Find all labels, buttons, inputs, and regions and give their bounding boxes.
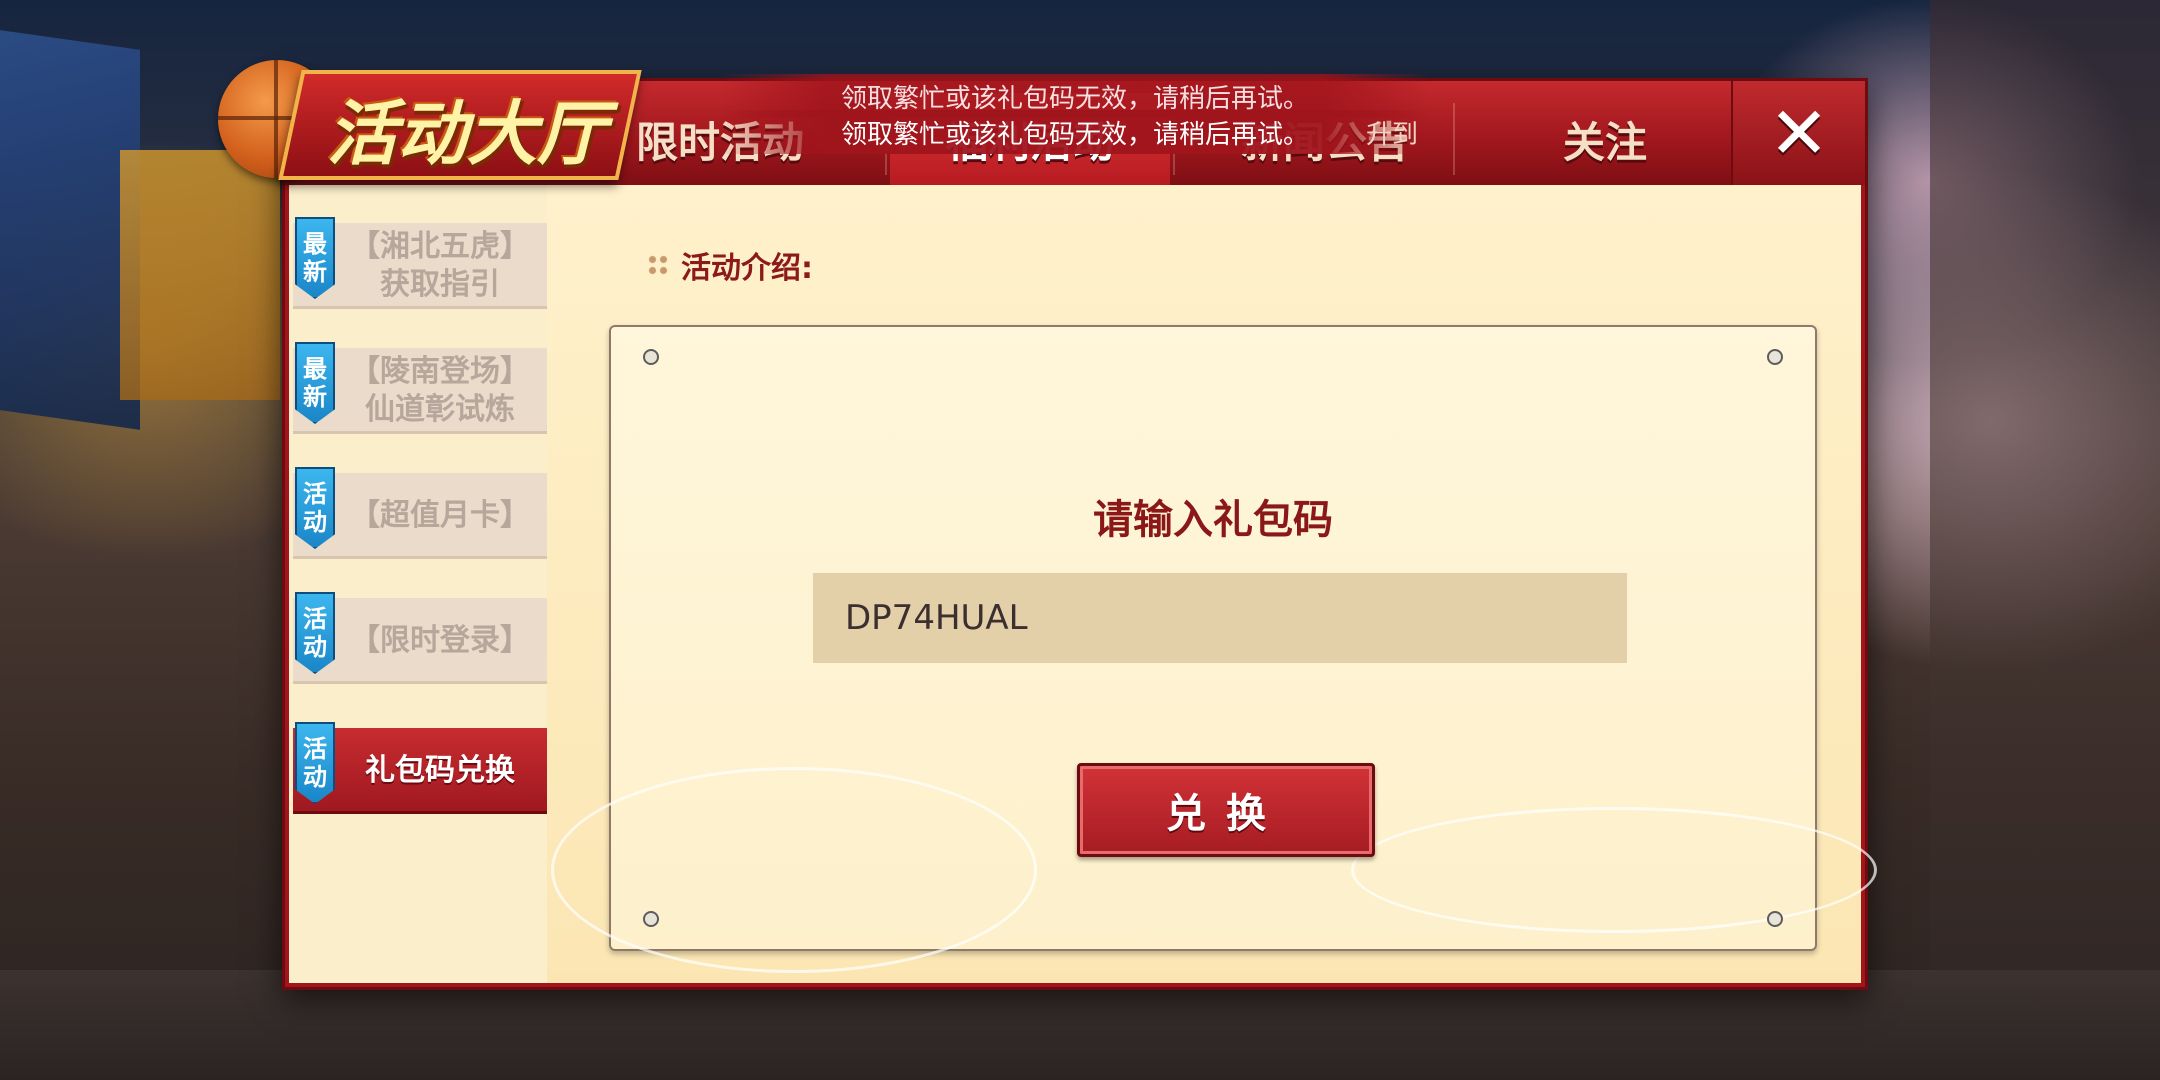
background-right-scenery: [1930, 0, 2160, 1080]
activity-sidebar: 最 新 【湘北五虎】 获取指引 最 新 【陵南登场】 仙道彰试炼 活 动 【超值…: [289, 185, 553, 983]
activity-content: 活动介绍: 请输入礼包码 兑换: [547, 185, 1877, 983]
rivet-icon: [1767, 349, 1783, 365]
sidebar-item-label: 礼包码兑换: [365, 753, 515, 788]
court-line-decoration: [551, 767, 1037, 973]
error-toast: 领取繁忙或该礼包码无效，请稍后再试。: [720, 110, 1430, 154]
intro-heading: 活动介绍:: [647, 243, 813, 287]
activity-hall-dialog: 限时活动 福利活动 新闻公告 关注 ✕ 最 新 【湘北五虎】 获取指引: [282, 78, 1877, 990]
background-stall-awning: [120, 150, 280, 400]
event-badge: 活 动: [295, 467, 335, 549]
dialog-title: 活动大厅: [327, 92, 607, 175]
sidebar-item-gift-code[interactable]: 活 动 礼包码兑换: [289, 722, 553, 814]
event-badge: 活 动: [295, 722, 335, 804]
redeem-button[interactable]: 兑换: [1077, 763, 1375, 857]
background-stall-banner: [0, 30, 140, 430]
rivet-icon: [643, 349, 659, 365]
gift-code-input[interactable]: [813, 573, 1627, 663]
sidebar-item-label: 【限时登录】: [350, 623, 530, 658]
dots-icon: [647, 254, 669, 276]
new-badge: 最 新: [295, 342, 335, 424]
gift-code-panel: 请输入礼包码 兑换: [551, 325, 1877, 973]
sidebar-item-label: 【陵南登场】 仙道彰试炼: [350, 354, 530, 427]
close-button[interactable]: ✕: [1731, 81, 1865, 185]
event-badge: 活 动: [295, 592, 335, 674]
sidebar-item-label: 【超值月卡】: [350, 498, 530, 533]
sidebar-item-label: 【湘北五虎】 获取指引: [350, 229, 530, 302]
gift-code-prompt: 请输入礼包码: [1093, 497, 1333, 543]
dialog-body: 最 新 【湘北五虎】 获取指引 最 新 【陵南登场】 仙道彰试炼 活 动 【超值…: [289, 185, 1877, 983]
close-icon: ✕: [1768, 91, 1830, 175]
toast-overflow-text: 升到: [1366, 119, 1419, 150]
sidebar-item-limited-login[interactable]: 活 动 【限时登录】: [289, 592, 547, 684]
rivet-icon: [1767, 911, 1783, 927]
new-badge: 最 新: [295, 217, 335, 299]
sidebar-item-ryonan[interactable]: 最 新 【陵南登场】 仙道彰试炼: [289, 342, 547, 434]
sidebar-item-monthly-card[interactable]: 活 动 【超值月卡】: [289, 467, 547, 559]
sidebar-item-shohoku[interactable]: 最 新 【湘北五虎】 获取指引: [289, 217, 547, 309]
rivet-icon: [643, 911, 659, 927]
tab-divider: [1453, 103, 1455, 175]
court-line-decoration: [1351, 807, 1877, 933]
tab-follow[interactable]: 关注: [1485, 93, 1725, 185]
